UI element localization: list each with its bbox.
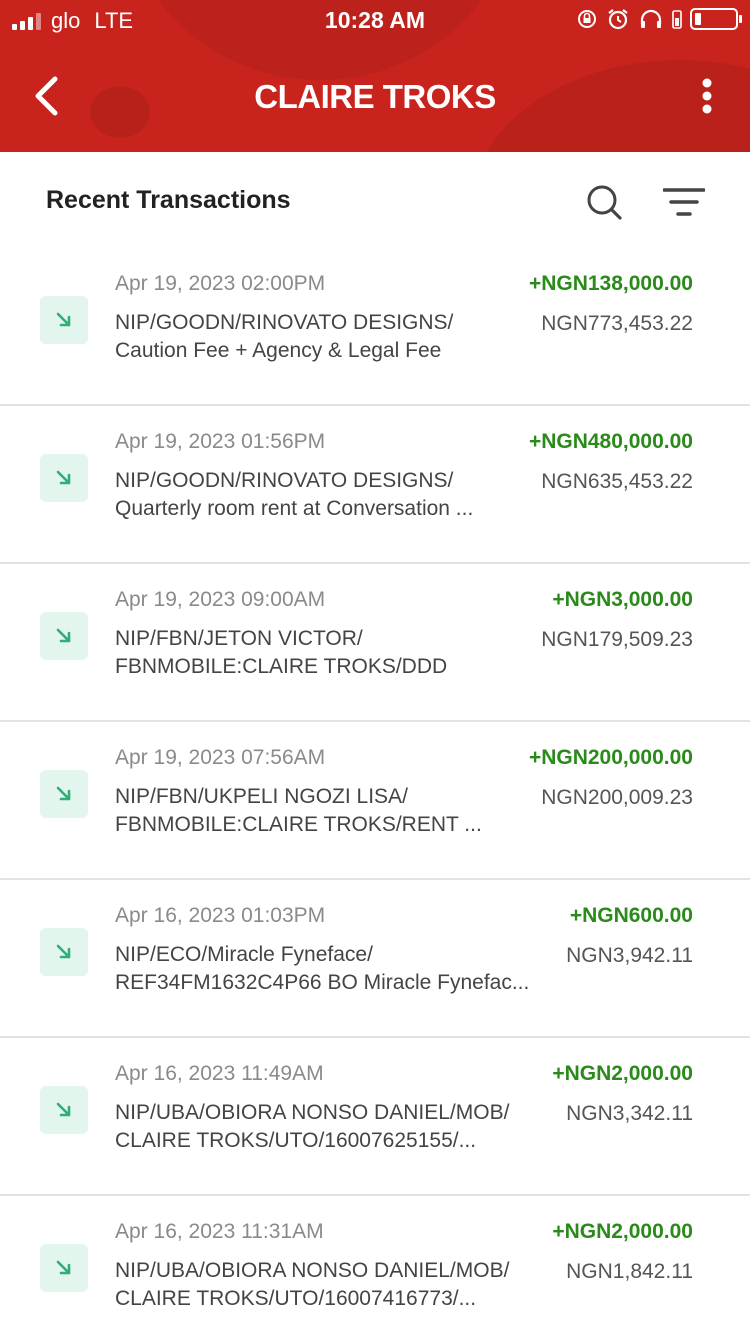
transaction-description: NIP/FBN/JETON VICTOR/FBNMOBILE:CLAIRE TR… — [115, 627, 448, 678]
filter-button[interactable] — [662, 180, 706, 224]
transaction-balance: NGN1,842.11 — [566, 1260, 693, 1283]
transaction-date: Apr 19, 2023 01:56PM — [115, 430, 326, 453]
transaction-amount: +NGN2,000.00 — [552, 1062, 693, 1085]
transaction-amount: +NGN138,000.00 — [528, 272, 693, 295]
carrier-label: glo — [51, 8, 81, 33]
filter-icon — [663, 188, 705, 216]
transaction-row[interactable]: Apr 16, 2023 11:49AM NIP/UBA/OBIORA NONS… — [0, 1038, 750, 1196]
transaction-balance: NGN179,509.23 — [541, 628, 693, 651]
credit-arrow-icon — [40, 296, 88, 344]
transaction-row[interactable]: Apr 19, 2023 09:00AM NIP/FBN/JETON VICTO… — [0, 564, 750, 722]
transaction-amount: +NGN2,000.00 — [552, 1220, 693, 1243]
transaction-balance: NGN200,009.23 — [541, 786, 693, 809]
transaction-date: Apr 16, 2023 11:49AM — [115, 1062, 324, 1085]
transaction-date: Apr 16, 2023 11:31AM — [115, 1220, 324, 1243]
section-title: Recent Transactions — [46, 186, 291, 214]
credit-arrow-icon — [40, 612, 88, 660]
search-icon — [587, 185, 622, 220]
battery-icon — [690, 8, 742, 30]
more-options-button[interactable] — [694, 76, 720, 116]
transaction-description: NIP/ECO/Miracle Fyneface/REF34FM1632C4P6… — [115, 943, 530, 994]
transaction-description: NIP/UBA/OBIORA NONSO DANIEL/MOB/CLAIRE T… — [115, 1259, 510, 1310]
orientation-lock-icon — [578, 10, 596, 28]
headphone-battery-icon — [672, 10, 682, 29]
transaction-date: Apr 16, 2023 01:03PM — [115, 904, 326, 927]
transaction-balance: NGN773,453.22 — [541, 312, 693, 335]
transaction-date: Apr 19, 2023 09:00AM — [115, 588, 326, 611]
transaction-amount: +NGN200,000.00 — [528, 746, 693, 769]
app-header: glo LTE 10:28 AM CLAIRE TROKS — [0, 0, 750, 152]
transaction-date: Apr 19, 2023 07:56AM — [115, 746, 326, 769]
signal-strength-icon — [12, 12, 41, 30]
transaction-row[interactable]: Apr 19, 2023 01:56PM NIP/GOODN/RINOVATO … — [0, 406, 750, 564]
transaction-description: NIP/GOODN/RINOVATO DESIGNS/Quarterly roo… — [115, 469, 474, 520]
transaction-list: Apr 19, 2023 02:00PM NIP/GOODN/RINOVATO … — [0, 248, 750, 1334]
transaction-amount: +NGN600.00 — [569, 904, 693, 927]
credit-arrow-icon — [40, 770, 88, 818]
chevron-left-icon — [35, 76, 58, 116]
transaction-amount: +NGN3,000.00 — [552, 588, 693, 611]
transaction-row[interactable]: Apr 16, 2023 11:31AM NIP/UBA/OBIORA NONS… — [0, 1196, 750, 1334]
search-button[interactable] — [582, 180, 626, 224]
transaction-balance: NGN3,342.11 — [566, 1102, 693, 1125]
headphones-icon — [640, 9, 662, 28]
transactions-toolbar: Recent Transactions — [0, 152, 750, 248]
transaction-description: NIP/UBA/OBIORA NONSO DANIEL/MOB/CLAIRE T… — [115, 1101, 510, 1152]
alarm-icon — [608, 9, 628, 30]
status-bar: glo LTE 10:28 AM — [0, 0, 750, 40]
transaction-balance: NGN3,942.11 — [566, 944, 693, 967]
transaction-balance: NGN635,453.22 — [541, 470, 693, 493]
transaction-description: NIP/GOODN/RINOVATO DESIGNS/Caution Fee +… — [115, 311, 454, 362]
more-vertical-icon — [702, 78, 712, 114]
credit-arrow-icon — [40, 454, 88, 502]
transaction-row[interactable]: Apr 19, 2023 07:56AM NIP/FBN/UKPELI NGOZ… — [0, 722, 750, 880]
transaction-row[interactable]: Apr 16, 2023 01:03PM NIP/ECO/Miracle Fyn… — [0, 880, 750, 1038]
back-button[interactable] — [26, 74, 66, 118]
transaction-description: NIP/FBN/UKPELI NGOZI LISA/FBNMOBILE:CLAI… — [115, 785, 482, 836]
transaction-date: Apr 19, 2023 02:00PM — [115, 272, 326, 295]
header-decoration — [90, 86, 150, 138]
network-label: LTE — [94, 8, 134, 33]
credit-arrow-icon — [40, 928, 88, 976]
credit-arrow-icon — [40, 1086, 88, 1134]
credit-arrow-icon — [40, 1244, 88, 1292]
transaction-amount: +NGN480,000.00 — [528, 430, 693, 453]
transaction-row[interactable]: Apr 19, 2023 02:00PM NIP/GOODN/RINOVATO … — [0, 248, 750, 406]
